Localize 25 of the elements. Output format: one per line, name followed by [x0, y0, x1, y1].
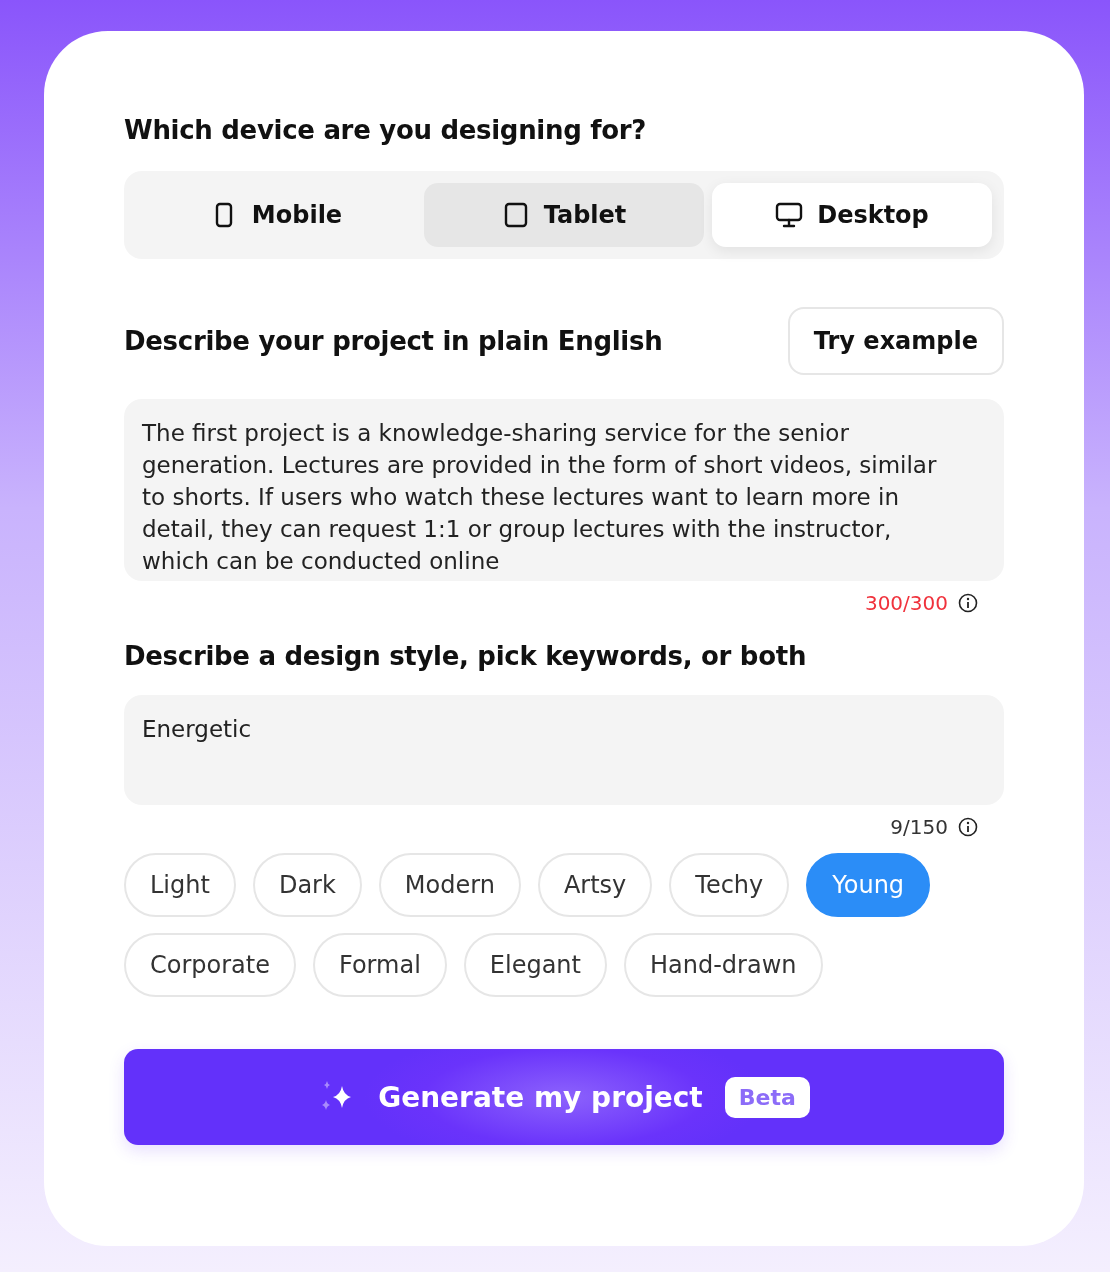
keyword-chip[interactable]: Modern [378, 853, 521, 917]
beta-badge: Beta [724, 1076, 810, 1118]
monitor-icon [775, 201, 804, 229]
keyword-chip[interactable]: Elegant [463, 933, 607, 997]
keyword-chip[interactable]: Techy [669, 853, 790, 917]
section-heading: Describe your project in plain English [124, 326, 663, 356]
design-style-field[interactable]: Energetic [124, 695, 1004, 805]
section-heading: Which device are you designing for? [124, 115, 648, 145]
info-icon[interactable] [958, 593, 978, 613]
info-icon[interactable] [958, 817, 978, 837]
generate-button[interactable]: Generate my project Beta [124, 1049, 1004, 1145]
keyword-chip[interactable]: Light [124, 853, 236, 917]
try-example-button[interactable]: Try example [787, 307, 1004, 375]
keyword-chip[interactable]: Dark [252, 853, 362, 917]
keyword-chip[interactable]: Corporate [124, 933, 296, 997]
device-tab[interactable]: Desktop [712, 183, 992, 247]
keyword-chip[interactable]: Hand-drawn [624, 933, 823, 997]
device-tab[interactable]: Tablet [424, 183, 704, 247]
section-heading: Describe a design style, pick keywords, or both [124, 641, 808, 671]
keyword-chip[interactable]: Artsy [537, 853, 653, 917]
device-tab[interactable]: Mobile [136, 183, 416, 247]
project-description-field[interactable]: The first project is a knowledge-sharing service for the senior generation. Lectures are provided in the form of short videos, similar to shorts. If users who watch these lectures want to learn more in detail, they can request 1:1 or group lectures with the instructor, which can be conducted online [124, 399, 1004, 581]
character-counter: 300/300 [864, 591, 948, 615]
character-counter: 9/150 [890, 815, 948, 839]
keyword-chip[interactable]: Formal [313, 933, 447, 997]
